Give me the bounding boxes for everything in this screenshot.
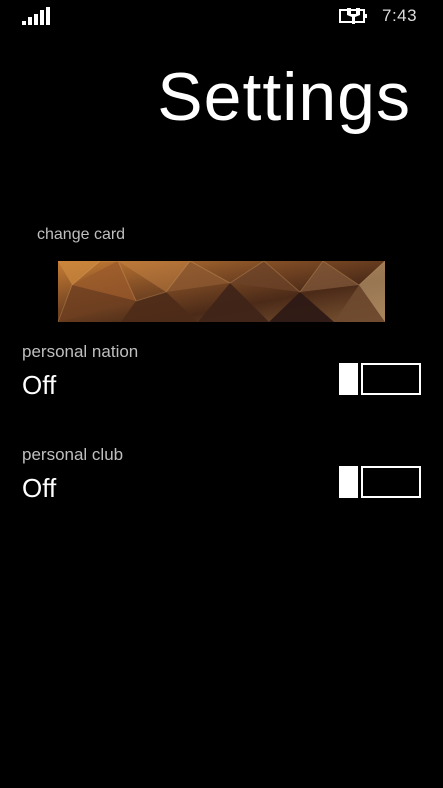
change-card-label: change card	[37, 226, 126, 243]
personal-club-label: personal club	[22, 445, 124, 464]
toggle-track	[361, 466, 421, 498]
personal-nation-value: Off	[22, 370, 57, 400]
personal-club-value: Off	[22, 473, 57, 503]
card-artwork	[58, 261, 385, 322]
toggle-thumb	[339, 466, 358, 498]
status-bar: 7:43	[0, 0, 443, 32]
page-title: Settings	[157, 59, 411, 135]
status-time: 7:43	[382, 6, 418, 25]
personal-nation-toggle[interactable]	[339, 363, 421, 395]
battery-charging-icon	[339, 8, 367, 24]
personal-club-toggle[interactable]	[339, 466, 421, 498]
toggle-thumb	[339, 363, 358, 395]
personal-nation-label: personal nation	[22, 342, 139, 361]
signal-strength-icon	[22, 7, 50, 25]
toggle-track	[361, 363, 421, 395]
card-image[interactable]	[58, 261, 385, 322]
